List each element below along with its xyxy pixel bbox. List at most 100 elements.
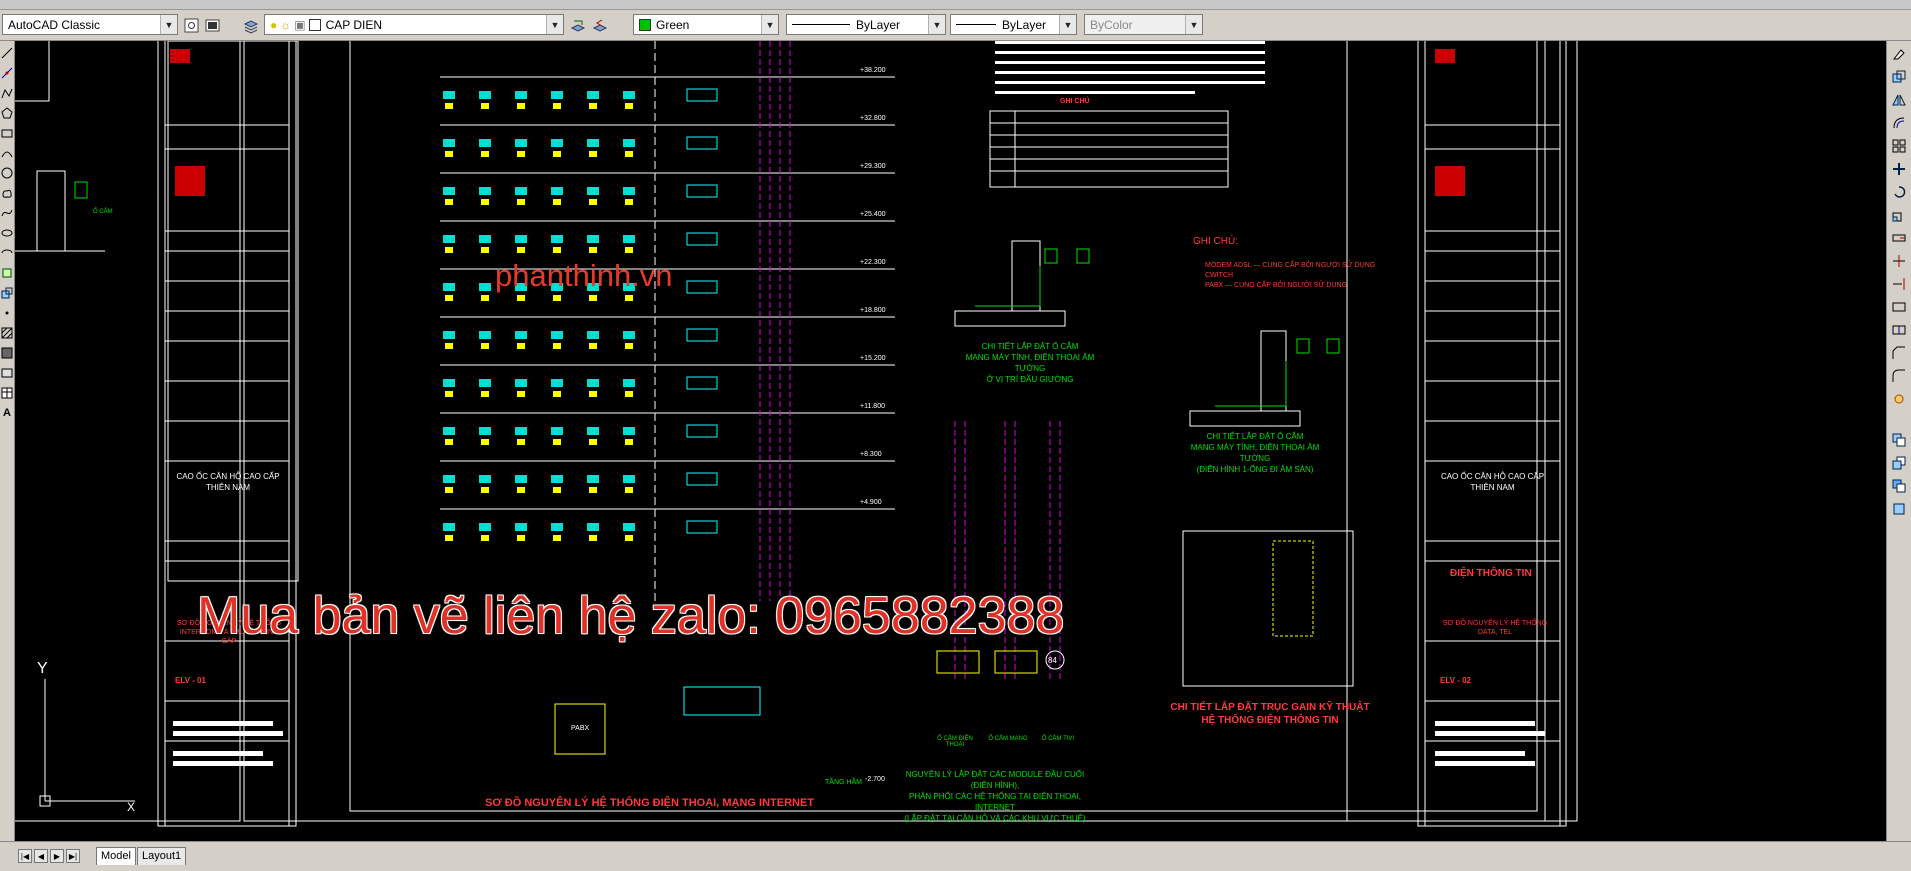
layer-manager-icon[interactable] (240, 15, 261, 36)
make-block-icon[interactable] (0, 286, 14, 300)
draworder-icon[interactable] (1892, 433, 1906, 447)
polyline-icon[interactable] (0, 86, 14, 100)
move-icon[interactable] (1892, 162, 1906, 176)
legend-title: GHI CHÚ (1060, 98, 1090, 105)
customize-icon[interactable] (202, 15, 223, 36)
drawing-canvas[interactable]: 84 Y X SƠ ĐỒ NGUYÊN LÝ HỆ THỐNG ĐIỆN THO… (15, 41, 1886, 841)
workspace-dropdown[interactable]: AutoCAD Classic ▼ (2, 14, 178, 35)
socket-symbol (481, 343, 489, 349)
rotate-icon[interactable] (1892, 185, 1906, 199)
join-icon[interactable] (1892, 323, 1906, 337)
floor-level: +4.900 (860, 499, 882, 506)
chamfer-icon[interactable] (1892, 346, 1906, 360)
copy-icon[interactable] (1892, 70, 1906, 84)
erase-icon[interactable] (1892, 47, 1906, 61)
socket-symbol (553, 295, 561, 301)
project-line-2: THIÊN NAM (1470, 483, 1515, 492)
workspace-settings-icon[interactable] (181, 15, 202, 36)
socket-symbol (589, 247, 597, 253)
spline-icon[interactable] (0, 206, 14, 220)
prev-tab-icon[interactable]: ◀ (34, 849, 48, 863)
circle-icon[interactable] (0, 166, 14, 180)
chevron-down-icon[interactable]: ▼ (1059, 15, 1076, 34)
table-icon[interactable] (0, 386, 14, 400)
rectangle-icon[interactable] (0, 126, 14, 140)
region-icon[interactable] (0, 366, 14, 380)
send-back-icon[interactable] (1892, 479, 1906, 493)
socket-symbol (481, 391, 489, 397)
fillet-icon[interactable] (1892, 369, 1906, 383)
distribution-box (686, 280, 718, 294)
ellipse-arc-icon[interactable] (0, 246, 14, 260)
outlet-symbol (551, 523, 563, 531)
plotstyle-dropdown[interactable]: ByColor ▼ (1084, 14, 1203, 35)
trim-icon[interactable] (1892, 254, 1906, 268)
outlet-symbol (551, 331, 563, 339)
bring-front-icon[interactable] (1892, 456, 1906, 470)
color-dropdown[interactable]: Green ▼ (633, 14, 779, 35)
chevron-down-icon[interactable]: ▼ (160, 15, 177, 34)
last-tab-icon[interactable]: ▶| (66, 849, 80, 863)
module-title-3: (LẮP ĐẶT TẠI CĂN HỘ VÀ CÁC KHU VỰC THUÊ) (904, 814, 1086, 823)
socket-symbol (553, 343, 561, 349)
outlet-symbol (515, 187, 527, 195)
sheet-title-right: SƠ ĐỒ NGUYÊN LÝ HỆ THỐNG DATA, TEL (1442, 620, 1548, 636)
next-tab-icon[interactable]: ▶ (50, 849, 64, 863)
construction-line-icon[interactable] (0, 66, 14, 80)
insert-block-icon[interactable] (0, 266, 14, 280)
pabx-label: PABX (571, 725, 590, 732)
project-line-1: CAO ỐC CĂN HỘ CAO CẤP (1440, 472, 1545, 481)
site-watermark: phanthinh.vn (495, 258, 673, 293)
socket-symbol (589, 103, 597, 109)
arc-icon[interactable] (0, 146, 14, 160)
offset-icon[interactable] (1892, 116, 1906, 130)
tab-layout1[interactable]: Layout1 (137, 847, 187, 865)
scale-icon[interactable] (1892, 208, 1906, 222)
chevron-down-icon[interactable]: ▼ (761, 15, 778, 34)
outlet-symbol (443, 523, 455, 531)
ellipse-icon[interactable] (0, 226, 14, 240)
socket-symbol (625, 151, 633, 157)
layer-previous-icon[interactable] (589, 15, 610, 36)
chevron-down-icon[interactable]: ▼ (1185, 15, 1202, 34)
outlet-symbol (443, 379, 455, 387)
stretch-icon[interactable] (1892, 231, 1906, 245)
outlet-symbol (443, 235, 455, 243)
shaft-title-1: CHI TIẾT LẮP ĐẶT TRỤC GAIN KỸ THUẬT (1170, 702, 1370, 713)
outlet-symbol (587, 379, 599, 387)
explode-icon[interactable] (1892, 392, 1906, 406)
tab-model[interactable]: Model (96, 847, 136, 865)
lineweight-dropdown[interactable]: ByLayer ▼ (950, 14, 1077, 35)
make-current-layer-icon[interactable] (567, 15, 588, 36)
outlet-symbol (443, 475, 455, 483)
hatch-icon[interactable] (0, 326, 14, 340)
gradient-icon[interactable] (0, 346, 14, 360)
socket-symbol (625, 391, 633, 397)
bring-above-icon[interactable] (1892, 502, 1906, 516)
properties-toolbar: AutoCAD Classic ▼ ● ☼ ▣ CAP DIEN ▼ Green… (0, 10, 1911, 41)
line-tool-icon[interactable] (0, 46, 14, 60)
outlet-symbol (551, 427, 563, 435)
layer-dropdown[interactable]: ● ☼ ▣ CAP DIEN ▼ (264, 14, 564, 35)
socket-symbol (445, 391, 453, 397)
layer-color-swatch (308, 18, 321, 31)
mirror-icon[interactable] (1892, 93, 1906, 107)
chevron-down-icon[interactable]: ▼ (928, 15, 945, 34)
extend-icon[interactable] (1892, 277, 1906, 291)
project-name-right: CAO ỐC CĂN HỘ CAO CẤP THIÊN NAM (1435, 471, 1550, 493)
socket-symbol (553, 199, 561, 205)
mtext-icon[interactable]: A (0, 406, 14, 420)
revcloud-icon[interactable] (0, 186, 14, 200)
array-icon[interactable] (1892, 139, 1906, 153)
socket-symbol (481, 199, 489, 205)
first-tab-icon[interactable]: |◀ (18, 849, 32, 863)
svg-text:X: X (127, 800, 135, 814)
linetype-dropdown[interactable]: ByLayer ▼ (786, 14, 946, 35)
chevron-down-icon[interactable]: ▼ (546, 15, 563, 34)
point-icon[interactable] (0, 306, 14, 320)
floor-lines (440, 76, 895, 541)
floor-level: +8.300 (860, 451, 882, 458)
break-icon[interactable] (1892, 300, 1906, 314)
polygon-icon[interactable] (0, 106, 14, 120)
outlet-symbol (551, 475, 563, 483)
